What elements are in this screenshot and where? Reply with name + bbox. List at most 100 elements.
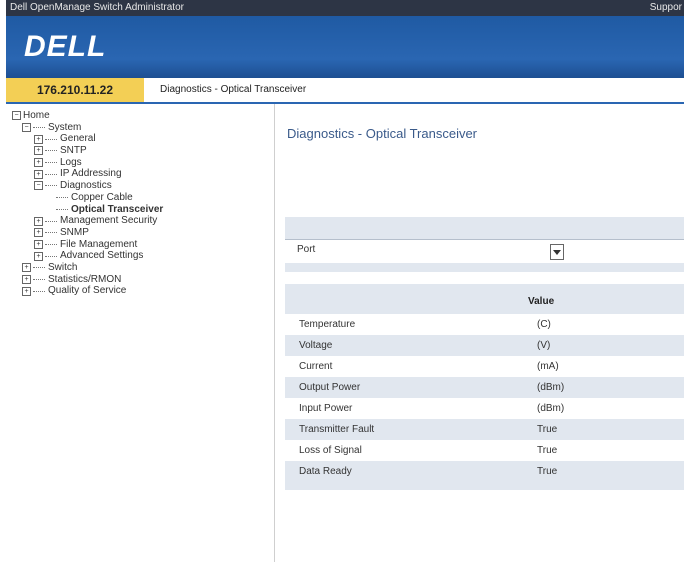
tree-item-ip-addressing[interactable]: + IP Addressing (12, 168, 272, 180)
expand-icon[interactable]: + (34, 134, 43, 144)
tree-item-home[interactable]: − Home (12, 110, 272, 122)
tree-label[interactable]: Optical Transceiver (71, 204, 163, 216)
collapse-icon[interactable]: − (12, 111, 21, 121)
tree-connector (33, 278, 45, 280)
values-table: Value Temperature (C) Voltage (V) Curren… (285, 284, 684, 490)
chevron-down-icon (553, 250, 561, 255)
tree-item-qos[interactable]: + Quality of Service (12, 285, 272, 297)
tree-connector (56, 197, 68, 199)
tree-label[interactable]: Home (23, 110, 50, 122)
port-row: Port (285, 239, 684, 263)
tree-item-logs[interactable]: + Logs (12, 157, 272, 169)
tree-label[interactable]: General (60, 133, 96, 145)
tree-item-diagnostics[interactable]: − Diagnostics (12, 180, 272, 192)
port-panel: Port (285, 217, 684, 272)
tree-connector (45, 255, 57, 257)
tree-connector (45, 173, 57, 175)
row-label: Temperature (299, 319, 356, 330)
brand-banner: DELL (6, 16, 684, 79)
row-label: Loss of Signal (299, 445, 362, 456)
tree-connector (33, 267, 45, 269)
row-value: (mA) (537, 361, 559, 372)
row-value: True (537, 424, 558, 435)
tree-connector (33, 127, 45, 129)
tree-label[interactable]: System (48, 122, 81, 134)
tree-connector (45, 162, 57, 164)
collapse-icon[interactable]: − (22, 123, 31, 133)
tree-item-management-security[interactable]: + Management Security (12, 215, 272, 227)
row-value: (C) (537, 319, 551, 330)
table-row: Output Power (dBm) (285, 377, 684, 398)
row-label: Data Ready (299, 466, 352, 477)
table-row: Transmitter Fault True (285, 419, 684, 440)
tree-item-switch[interactable]: + Switch (12, 262, 272, 274)
tree-item-system[interactable]: − System (12, 122, 272, 134)
expand-icon[interactable]: + (34, 146, 43, 156)
tree-label[interactable]: Advanced Settings (60, 250, 143, 262)
table-row: Temperature (C) (285, 314, 684, 335)
page-title: Diagnostics - Optical Transceiver (287, 126, 478, 141)
tree-item-optical-transceiver[interactable]: Optical Transceiver (12, 204, 272, 216)
row-label: Transmitter Fault (299, 424, 375, 435)
navigation-tree: − Home − System + General + SNTP + Logs … (6, 104, 275, 562)
row-label: Output Power (299, 382, 361, 393)
expand-icon[interactable]: + (34, 239, 43, 249)
dell-logo: DELL (24, 30, 107, 63)
breadcrumb: Diagnostics - Optical Transceiver (160, 84, 307, 95)
tree-item-file-management[interactable]: + File Management (12, 239, 272, 251)
tree-connector (45, 185, 57, 187)
row-value: (dBm) (537, 382, 565, 393)
window-titlebar: Dell OpenManage Switch Administrator Sup… (6, 0, 684, 16)
tree-item-advanced-settings[interactable]: + Advanced Settings (12, 250, 272, 262)
tree-connector (33, 290, 45, 292)
tree-item-general[interactable]: + General (12, 133, 272, 145)
app-title: Dell OpenManage Switch Administrator (10, 2, 184, 13)
tree-label[interactable]: Management Security (60, 215, 157, 227)
collapse-icon[interactable]: − (34, 181, 43, 191)
expand-icon[interactable]: + (22, 274, 31, 284)
row-value: True (537, 445, 558, 456)
tree-item-statistics-rmon[interactable]: + Statistics/RMON (12, 274, 272, 286)
tree-label[interactable]: Statistics/RMON (48, 274, 121, 286)
expand-icon[interactable]: + (34, 228, 43, 238)
row-label: Current (299, 361, 333, 372)
row-value: (dBm) (537, 403, 565, 414)
tree-connector (45, 138, 57, 140)
expand-icon[interactable]: + (34, 251, 43, 261)
tree-label[interactable]: IP Addressing (60, 168, 122, 180)
tree-label[interactable]: Logs (60, 157, 82, 169)
table-row: Data Ready True (285, 461, 684, 482)
tree-connector (45, 232, 57, 234)
row-label: Input Power (299, 403, 353, 414)
tree-label[interactable]: Switch (48, 262, 77, 274)
table-row: Input Power (dBm) (285, 398, 684, 419)
tree-label[interactable]: Diagnostics (60, 180, 112, 192)
row-value: True (537, 466, 558, 477)
tree-item-snmp[interactable]: + SNMP (12, 227, 272, 239)
tree-item-copper-cable[interactable]: Copper Cable (12, 192, 272, 204)
expand-icon[interactable]: + (34, 216, 43, 226)
port-select[interactable] (550, 244, 564, 260)
expand-icon[interactable]: + (22, 263, 31, 273)
tree-item-sntp[interactable]: + SNTP (12, 145, 272, 157)
tree-label[interactable]: Quality of Service (48, 285, 126, 297)
tree-label[interactable]: SNTP (60, 145, 87, 157)
tree-connector (45, 150, 57, 152)
tree-connector (45, 243, 57, 245)
tree-label[interactable]: SNMP (60, 227, 89, 239)
row-value: (V) (537, 340, 551, 351)
expand-icon[interactable]: + (34, 158, 43, 168)
expand-icon[interactable]: + (34, 169, 43, 179)
expand-icon[interactable]: + (22, 286, 31, 296)
tree-label[interactable]: Copper Cable (71, 192, 133, 204)
tree-connector (56, 208, 68, 210)
main-content: Diagnostics - Optical Transceiver Port V… (275, 104, 684, 562)
table-row: Current (mA) (285, 356, 684, 377)
row-label: Voltage (299, 340, 333, 351)
table-header: Value (285, 296, 684, 310)
tree-label[interactable]: File Management (60, 239, 137, 251)
tree-connector (45, 220, 57, 222)
support-link[interactable]: Suppor (650, 0, 682, 16)
nav-bar: 176.210.11.22 Diagnostics - Optical Tran… (6, 78, 684, 104)
port-label: Port (297, 244, 316, 255)
